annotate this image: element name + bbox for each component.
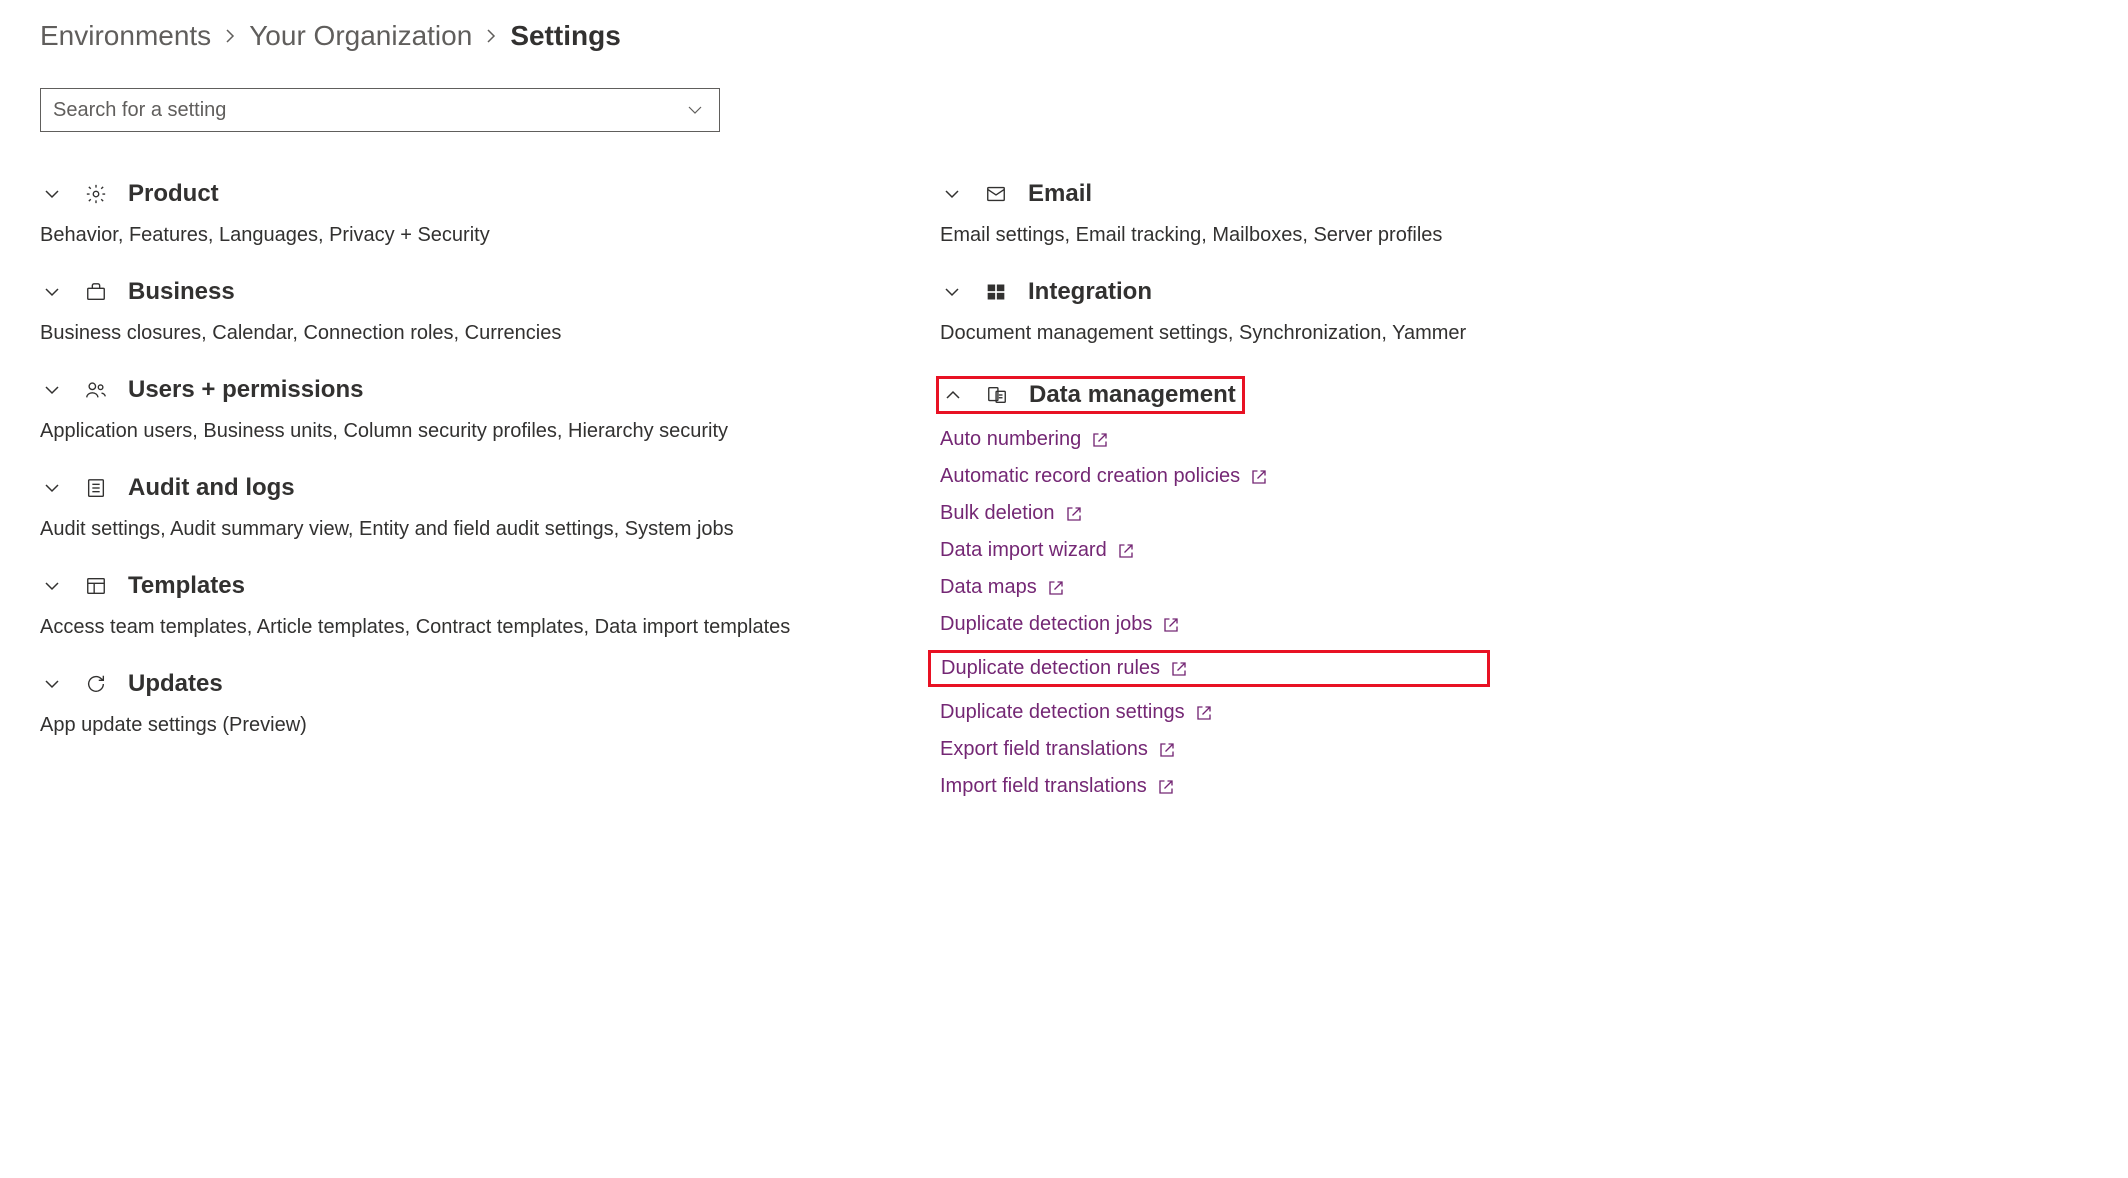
breadcrumb-current: Settings bbox=[510, 20, 620, 52]
briefcase-icon bbox=[84, 280, 108, 304]
section-description: Behavior, Features, Languages, Privacy +… bbox=[40, 220, 840, 250]
link-label: Import field translations bbox=[940, 775, 1147, 798]
template-icon bbox=[84, 574, 108, 598]
chevron-down-icon bbox=[940, 284, 964, 300]
section-description: Email settings, Email tracking, Mailboxe… bbox=[940, 220, 1490, 250]
section-description: Document management settings, Synchroniz… bbox=[940, 318, 1490, 348]
chevron-down-icon[interactable] bbox=[687, 102, 703, 118]
link-label: Bulk deletion bbox=[940, 502, 1055, 525]
link-duplicate-detection-settings[interactable]: Duplicate detection settings bbox=[940, 701, 1213, 724]
section-audit: Audit and logs Audit settings, Audit sum… bbox=[40, 474, 840, 544]
chevron-down-icon bbox=[40, 186, 64, 202]
section-title: Audit and logs bbox=[128, 474, 295, 502]
section-description: Business closures, Calendar, Connection … bbox=[40, 318, 840, 348]
data-management-links: Auto numbering Automatic record creation… bbox=[940, 428, 1490, 798]
users-icon bbox=[84, 378, 108, 402]
section-product: Product Behavior, Features, Languages, P… bbox=[40, 180, 840, 250]
external-link-icon bbox=[1065, 505, 1083, 523]
link-label: Automatic record creation policies bbox=[940, 465, 1240, 488]
gear-icon bbox=[84, 182, 108, 206]
section-title: Product bbox=[128, 180, 219, 208]
chevron-right-icon bbox=[223, 29, 237, 43]
section-business: Business Business closures, Calendar, Co… bbox=[40, 278, 840, 348]
chevron-down-icon bbox=[40, 284, 64, 300]
highlight-box: Data management bbox=[936, 376, 1245, 414]
section-description: Access team templates, Article templates… bbox=[40, 612, 840, 642]
link-data-import-wizard[interactable]: Data import wizard bbox=[940, 539, 1135, 562]
breadcrumb-environments[interactable]: Environments bbox=[40, 20, 211, 52]
chevron-down-icon bbox=[40, 480, 64, 496]
link-import-field-translations[interactable]: Import field translations bbox=[940, 775, 1175, 798]
section-header-users[interactable]: Users + permissions bbox=[40, 376, 840, 404]
link-label: Duplicate detection settings bbox=[940, 701, 1185, 724]
external-link-icon bbox=[1162, 616, 1180, 634]
section-updates: Updates App update settings (Preview) bbox=[40, 670, 840, 740]
section-title: Updates bbox=[128, 670, 223, 698]
section-title: Business bbox=[128, 278, 235, 306]
chevron-down-icon bbox=[940, 186, 964, 202]
external-link-icon bbox=[1117, 542, 1135, 560]
highlight-box: Duplicate detection rules bbox=[928, 650, 1490, 687]
link-label: Auto numbering bbox=[940, 428, 1081, 451]
link-duplicate-detection-jobs[interactable]: Duplicate detection jobs bbox=[940, 613, 1180, 636]
section-description: Application users, Business units, Colum… bbox=[40, 416, 840, 446]
section-integration: Integration Document management settings… bbox=[940, 278, 1490, 348]
link-data-maps[interactable]: Data maps bbox=[940, 576, 1065, 599]
external-link-icon bbox=[1170, 660, 1188, 678]
section-users: Users + permissions Application users, B… bbox=[40, 376, 840, 446]
section-description: Audit settings, Audit summary view, Enti… bbox=[40, 514, 840, 544]
chevron-down-icon bbox=[40, 382, 64, 398]
external-link-icon bbox=[1195, 704, 1213, 722]
external-link-icon bbox=[1047, 579, 1065, 597]
link-auto-numbering[interactable]: Auto numbering bbox=[940, 428, 1109, 451]
section-header-email[interactable]: Email bbox=[940, 180, 1490, 208]
section-title: Email bbox=[1028, 180, 1092, 208]
database-icon bbox=[985, 383, 1009, 407]
link-duplicate-detection-rules[interactable]: Duplicate detection rules bbox=[941, 657, 1188, 680]
mail-icon bbox=[984, 182, 1008, 206]
section-templates: Templates Access team templates, Article… bbox=[40, 572, 840, 642]
section-header-audit[interactable]: Audit and logs bbox=[40, 474, 840, 502]
breadcrumb: Environments Your Organization Settings bbox=[40, 20, 2088, 52]
external-link-icon bbox=[1250, 468, 1268, 486]
external-link-icon bbox=[1158, 741, 1176, 759]
chevron-down-icon bbox=[40, 676, 64, 692]
section-title: Templates bbox=[128, 572, 245, 600]
link-label: Duplicate detection rules bbox=[941, 657, 1160, 680]
link-label: Duplicate detection jobs bbox=[940, 613, 1152, 636]
section-email: Email Email settings, Email tracking, Ma… bbox=[940, 180, 1490, 250]
link-label: Data maps bbox=[940, 576, 1037, 599]
search-input[interactable] bbox=[53, 99, 679, 122]
link-bulk-deletion[interactable]: Bulk deletion bbox=[940, 502, 1083, 525]
link-label: Data import wizard bbox=[940, 539, 1107, 562]
link-label: Export field translations bbox=[940, 738, 1148, 761]
windows-icon bbox=[984, 280, 1008, 304]
chevron-right-icon bbox=[484, 29, 498, 43]
section-description: App update settings (Preview) bbox=[40, 710, 840, 740]
section-header-integration[interactable]: Integration bbox=[940, 278, 1490, 306]
breadcrumb-organization[interactable]: Your Organization bbox=[249, 20, 472, 52]
section-data-management: Data management Auto numbering Automatic… bbox=[940, 376, 1490, 798]
refresh-icon bbox=[84, 672, 108, 696]
section-title: Data management bbox=[1029, 381, 1236, 409]
search-box[interactable] bbox=[40, 88, 720, 132]
link-export-field-translations[interactable]: Export field translations bbox=[940, 738, 1176, 761]
chevron-down-icon bbox=[40, 578, 64, 594]
section-header-data-management[interactable]: Data management bbox=[941, 381, 1236, 409]
chevron-up-icon bbox=[941, 387, 965, 403]
external-link-icon bbox=[1091, 431, 1109, 449]
section-header-updates[interactable]: Updates bbox=[40, 670, 840, 698]
section-header-templates[interactable]: Templates bbox=[40, 572, 840, 600]
section-header-product[interactable]: Product bbox=[40, 180, 840, 208]
section-title: Integration bbox=[1028, 278, 1152, 306]
external-link-icon bbox=[1157, 778, 1175, 796]
section-header-business[interactable]: Business bbox=[40, 278, 840, 306]
section-title: Users + permissions bbox=[128, 376, 363, 404]
link-auto-record-creation[interactable]: Automatic record creation policies bbox=[940, 465, 1268, 488]
list-icon bbox=[84, 476, 108, 500]
